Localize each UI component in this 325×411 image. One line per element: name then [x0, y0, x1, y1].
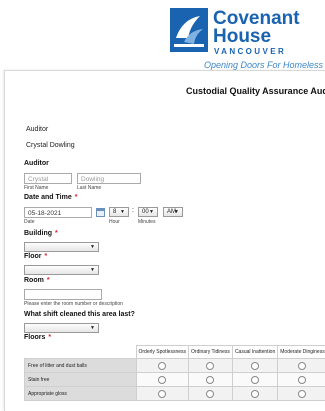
- last-name-input[interactable]: Dowling: [77, 173, 141, 184]
- rating-radio[interactable]: [251, 376, 259, 384]
- hour-select[interactable]: 8▼: [109, 207, 129, 217]
- last-name-sublabel: Last Name: [77, 185, 101, 191]
- date-time-label: Date and Time*: [24, 194, 77, 201]
- date-sublabel: Date: [24, 219, 35, 225]
- calendar-icon[interactable]: [96, 208, 105, 217]
- covenant-house-logo: Covenant House VANCOUVER Opening Doors F…: [170, 8, 325, 68]
- form-title: Custodial Quality Assurance Audit: [186, 86, 325, 96]
- ampm-select[interactable]: AM▼: [163, 207, 183, 217]
- first-name-input[interactable]: Crystal: [24, 173, 72, 184]
- rating-radio[interactable]: [251, 390, 259, 398]
- rating-radio[interactable]: [158, 362, 166, 370]
- minute-sublabel: Minutes: [138, 219, 156, 225]
- matrix-row-label: Free of litter and dust balls: [25, 359, 137, 373]
- chevron-down-icon: ▼: [90, 243, 95, 251]
- matrix-header-row: Orderly Spotlessness Ordinary Tidiness C…: [25, 346, 325, 359]
- building-select[interactable]: ▼: [24, 242, 99, 252]
- matrix-col-header: Casual Inattention: [232, 346, 277, 359]
- chevron-down-icon: ▼: [149, 208, 154, 216]
- rating-radio[interactable]: [206, 376, 214, 384]
- room-hint: Please enter the room number or descript…: [24, 301, 123, 307]
- room-input[interactable]: [24, 289, 102, 300]
- chevron-down-icon: ▼: [174, 208, 179, 216]
- matrix-row: Free of litter and dust balls: [25, 359, 325, 373]
- matrix-col-header: Moderate Dinginess: [278, 346, 325, 359]
- auditor-label: Auditor: [24, 160, 49, 167]
- shift-select[interactable]: ▼: [24, 323, 99, 333]
- rating-radio[interactable]: [251, 362, 259, 370]
- shift-label: What shift cleaned this area last?: [24, 311, 135, 318]
- floors-matrix: Orderly Spotlessness Ordinary Tidiness C…: [24, 345, 325, 401]
- rating-radio[interactable]: [158, 390, 166, 398]
- building-label: Building*: [24, 230, 58, 237]
- rating-radio[interactable]: [298, 376, 306, 384]
- rating-radio[interactable]: [298, 390, 306, 398]
- matrix-corner: [25, 346, 137, 359]
- floor-label: Floor*: [24, 253, 47, 260]
- auditor-name-text: Crystal Dowling: [26, 142, 75, 149]
- rating-radio[interactable]: [298, 362, 306, 370]
- matrix-row-label: Appropriate gloss: [25, 387, 137, 401]
- rating-radio[interactable]: [206, 390, 214, 398]
- logo-text-house: House: [213, 27, 271, 46]
- matrix-row: Stain free: [25, 373, 325, 387]
- rating-radio[interactable]: [158, 376, 166, 384]
- auditor-heading: Auditor: [26, 126, 48, 133]
- matrix-col-header: Orderly Spotlessness: [136, 346, 189, 359]
- date-input[interactable]: 05-18-2021: [24, 207, 92, 218]
- chevron-down-icon: ▼: [90, 266, 95, 274]
- first-name-sublabel: First Name: [24, 185, 48, 191]
- floor-select[interactable]: ▼: [24, 265, 99, 275]
- logo-mark-icon: [170, 8, 208, 52]
- room-label: Room*: [24, 277, 50, 284]
- matrix-row-label: Stain free: [25, 373, 137, 387]
- logo-tagline: Opening Doors For Homeless Y: [204, 60, 325, 70]
- matrix-row: Appropriate gloss: [25, 387, 325, 401]
- logo-text-vancouver: VANCOUVER: [214, 47, 286, 56]
- chevron-down-icon: ▼: [120, 208, 125, 216]
- floors-label: Floors*: [24, 334, 51, 341]
- chevron-down-icon: ▼: [90, 324, 95, 332]
- rating-radio[interactable]: [206, 362, 214, 370]
- time-colon: :: [132, 207, 134, 214]
- hour-sublabel: Hour: [109, 219, 120, 225]
- minute-select[interactable]: 00▼: [138, 207, 158, 217]
- matrix-col-header: Ordinary Tidiness: [189, 346, 233, 359]
